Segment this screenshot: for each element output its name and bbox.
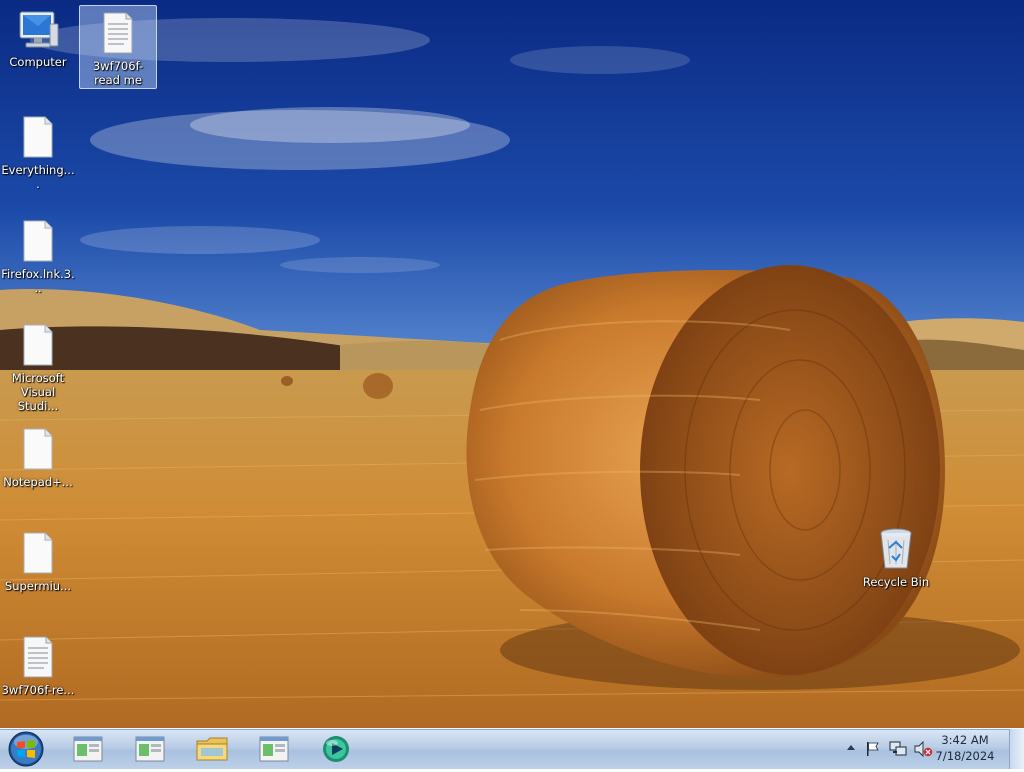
show-hidden-icons-arrow-icon[interactable] xyxy=(846,741,856,755)
desktop-icon-label: Notepad+... xyxy=(3,475,73,489)
desktop[interactable]: Computer 3wf706f-read me Everything.... … xyxy=(0,0,1024,728)
blank-file-icon xyxy=(23,324,53,366)
taskbar-media-player[interactable] xyxy=(308,731,364,767)
desktop-icon-readme-2[interactable]: 3wf706f-re... xyxy=(0,634,76,697)
desktop-icon-label: Microsoft Visual Studi... xyxy=(11,371,65,413)
desktop-icon-visual-studio[interactable]: Microsoft Visual Studi... xyxy=(0,322,76,413)
desktop-icon-computer[interactable]: Computer xyxy=(0,8,76,69)
clock[interactable]: 3:42 AM 7/18/2024 xyxy=(930,732,1000,764)
app-window-icon xyxy=(73,736,103,762)
desktop-icon-label: 3wf706f-read me xyxy=(92,59,144,87)
blank-file-icon xyxy=(23,116,53,158)
action-center-flag-icon[interactable] xyxy=(865,741,881,757)
app-window-icon xyxy=(135,736,165,762)
blank-file-icon xyxy=(23,428,53,470)
blank-file-icon xyxy=(23,220,53,262)
start-button[interactable] xyxy=(6,730,46,768)
desktop-icon-label: Recycle Bin xyxy=(862,575,930,589)
wallpaper-hay-bale xyxy=(0,0,1024,728)
recycle-bin-icon xyxy=(880,528,912,569)
clock-time: 3:42 AM xyxy=(941,733,989,747)
blank-file-icon xyxy=(23,532,53,574)
text-document-icon xyxy=(103,12,133,54)
desktop-icon-label: Firefox.lnk.3... xyxy=(1,267,75,295)
desktop-icon-firefox-lnk[interactable]: Firefox.lnk.3... xyxy=(0,218,76,295)
show-desktop-button[interactable] xyxy=(1009,729,1024,769)
folder-icon xyxy=(196,737,228,761)
taskbar-pinned-app-1[interactable] xyxy=(60,731,116,767)
taskbar-windows-explorer[interactable] xyxy=(184,731,240,767)
desktop-icon-supermium[interactable]: Supermiu... xyxy=(0,530,76,593)
desktop-icon-label: 3wf706f-re... xyxy=(1,683,75,697)
clock-date: 7/18/2024 xyxy=(935,749,995,763)
computer-icon xyxy=(19,11,59,48)
network-icon[interactable] xyxy=(889,741,907,757)
desktop-icon-readme-selected[interactable]: 3wf706f-read me xyxy=(79,5,157,89)
app-window-icon xyxy=(259,736,289,762)
desktop-icon-label: Computer xyxy=(9,55,67,69)
media-player-icon xyxy=(323,736,349,762)
text-document-icon xyxy=(23,636,53,678)
desktop-icon-everything[interactable]: Everything.... xyxy=(0,114,76,191)
desktop-icon-recycle-bin[interactable]: Recycle Bin xyxy=(858,526,934,589)
taskbar: 3:42 AM 7/18/2024 xyxy=(0,728,1024,769)
windows-start-orb-icon xyxy=(8,731,44,767)
taskbar-pinned-app-3[interactable] xyxy=(246,731,302,767)
desktop-icon-label: Everything.... xyxy=(1,163,75,191)
desktop-icon-label: Supermiu... xyxy=(4,579,72,593)
desktop-icon-notepadpp[interactable]: Notepad+... xyxy=(0,426,76,489)
taskbar-pinned-app-2[interactable] xyxy=(122,731,178,767)
